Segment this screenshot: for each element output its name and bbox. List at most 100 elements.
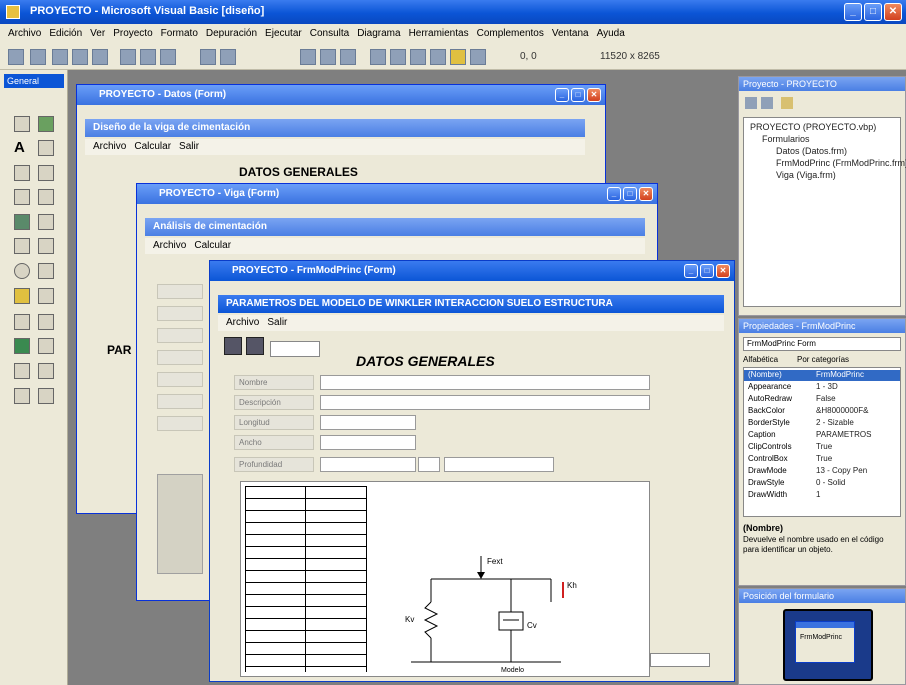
frmmodprinc-menu-salir[interactable]: Salir	[267, 315, 287, 331]
add-form-icon[interactable]	[30, 49, 46, 65]
longitud-input[interactable]	[320, 415, 416, 430]
prop-row[interactable]: BorderStyle 2 - Sizable	[744, 418, 900, 429]
textbox-tool-icon[interactable]	[38, 140, 54, 156]
viga-minimize-button[interactable]: _	[607, 187, 621, 201]
prop-row[interactable]: BackColor &H8000000F&	[744, 406, 900, 417]
menu-archivo[interactable]: Archivo	[8, 24, 41, 44]
nombre-input[interactable]	[320, 375, 650, 390]
frmmodprinc-menu-archivo[interactable]: Archivo	[226, 315, 259, 331]
tab-categorias[interactable]: Por categorías	[797, 355, 849, 364]
maximize-button[interactable]: □	[864, 3, 882, 21]
ole-tool-icon[interactable]	[14, 363, 30, 379]
project-explorer-icon[interactable]	[370, 49, 386, 65]
frmmodprinc-maximize-button[interactable]: □	[700, 264, 714, 278]
form-preview[interactable]: FrmModPrinc	[795, 621, 855, 663]
profundidad-extra-input[interactable]	[444, 457, 554, 472]
start-icon[interactable]	[300, 49, 316, 65]
menu-proyecto[interactable]: Proyecto	[113, 24, 152, 44]
prop-row[interactable]: Caption PARAMETROS	[744, 430, 900, 441]
pointer-tool-icon[interactable]	[14, 116, 30, 132]
view-object-icon[interactable]	[761, 97, 773, 109]
menu-editor-icon[interactable]	[52, 49, 68, 65]
commandbutton-tool-icon[interactable]	[38, 165, 54, 181]
image-tool-icon[interactable]	[14, 338, 30, 354]
data-view-icon[interactable]	[470, 49, 486, 65]
tree-item-viga[interactable]: Viga (Viga.frm)	[776, 170, 836, 180]
grid-tool-icon[interactable]	[38, 363, 54, 379]
open-file-icon[interactable]	[224, 337, 242, 355]
ancho-input[interactable]	[320, 435, 416, 450]
datos-maximize-button[interactable]: □	[571, 88, 585, 102]
cut-icon[interactable]	[120, 49, 136, 65]
listbox-tool-icon[interactable]	[38, 214, 54, 230]
save-icon[interactable]	[92, 49, 108, 65]
viga-close-button[interactable]: ✕	[639, 187, 653, 201]
datos-close-button[interactable]: ✕	[587, 88, 601, 102]
datos-menu-archivo[interactable]: Archivo	[93, 139, 126, 155]
prop-row[interactable]: DrawWidth 1	[744, 490, 900, 501]
menu-ventana[interactable]: Ventana	[552, 24, 589, 44]
datos-minimize-button[interactable]: _	[555, 88, 569, 102]
menu-depuracion[interactable]: Depuración	[206, 24, 257, 44]
redo-icon[interactable]	[220, 49, 236, 65]
menu-ver[interactable]: Ver	[90, 24, 105, 44]
tree-item-frmmodprinc[interactable]: FrmModPrinc (FrmModPrinc.frm)	[776, 158, 906, 168]
toolbox-icon[interactable]	[450, 49, 466, 65]
view-code-icon[interactable]	[745, 97, 757, 109]
shape-tool-icon[interactable]	[14, 314, 30, 330]
optionbutton-tool-icon[interactable]	[38, 189, 54, 205]
custom-control-2-icon[interactable]	[38, 388, 54, 404]
vscrollbar-tool-icon[interactable]	[38, 238, 54, 254]
menu-diagrama[interactable]: Diagrama	[357, 24, 400, 44]
viga-menu-calcular[interactable]: Calcular	[194, 238, 231, 254]
dirlistbox-tool-icon[interactable]	[14, 288, 30, 304]
properties-window-icon[interactable]	[390, 49, 406, 65]
tree-item-datos[interactable]: Datos (Datos.frm)	[776, 146, 847, 156]
frame-tool-icon[interactable]	[14, 165, 30, 181]
pause-icon[interactable]	[320, 49, 336, 65]
prop-row[interactable]: DrawMode 13 - Copy Pen	[744, 466, 900, 477]
profundidad-unit-input[interactable]	[418, 457, 440, 472]
custom-control-1-icon[interactable]	[14, 388, 30, 404]
timer-tool-icon[interactable]	[14, 263, 30, 279]
menu-ayuda[interactable]: Ayuda	[597, 24, 625, 44]
add-project-icon[interactable]	[8, 49, 24, 65]
menu-ejecutar[interactable]: Ejecutar	[265, 24, 302, 44]
picturebox-tool-icon[interactable]	[38, 116, 54, 132]
hscrollbar-tool-icon[interactable]	[14, 238, 30, 254]
prop-row[interactable]: ClipControls True	[744, 442, 900, 453]
paste-icon[interactable]	[160, 49, 176, 65]
frmmodprinc-close-button[interactable]: ✕	[716, 264, 730, 278]
object-selector[interactable]: FrmModPrinc Form	[743, 337, 901, 351]
prop-row[interactable]: Appearance 1 - 3D	[744, 382, 900, 393]
menu-formato[interactable]: Formato	[161, 24, 198, 44]
prop-row[interactable]: ControlBox True	[744, 454, 900, 465]
object-browser-icon[interactable]	[430, 49, 446, 65]
viga-maximize-button[interactable]: □	[623, 187, 637, 201]
menu-herramientas[interactable]: Herramientas	[409, 24, 469, 44]
profundidad-input[interactable]	[320, 457, 416, 472]
save-file-icon[interactable]	[246, 337, 264, 355]
menu-complementos[interactable]: Complementos	[477, 24, 544, 44]
tab-alfabetica[interactable]: Alfabética	[743, 355, 778, 364]
checkbox-tool-icon[interactable]	[14, 189, 30, 205]
menu-edicion[interactable]: Edición	[49, 24, 82, 44]
line-tool-icon[interactable]	[38, 314, 54, 330]
frmmodprinc-bottom-input[interactable]	[650, 653, 710, 667]
datos-menu-salir[interactable]: Salir	[179, 139, 199, 155]
frmmodprinc-minimize-button[interactable]: _	[684, 264, 698, 278]
tree-folder-forms[interactable]: Formularios	[762, 134, 810, 144]
tree-root[interactable]: PROYECTO (PROYECTO.vbp)	[750, 122, 876, 132]
properties-grid[interactable]: (Nombre) FrmModPrinc Appearance 1 - 3D Aut…	[743, 367, 901, 517]
combobox-tool-icon[interactable]	[14, 214, 30, 230]
undo-icon[interactable]	[200, 49, 216, 65]
close-button[interactable]: ✕	[884, 3, 902, 21]
copy-icon[interactable]	[140, 49, 156, 65]
menu-consulta[interactable]: Consulta	[310, 24, 349, 44]
prop-row[interactable]: (Nombre) FrmModPrinc	[744, 370, 900, 381]
viga-menu-archivo[interactable]: Archivo	[153, 238, 186, 254]
open-icon[interactable]	[72, 49, 88, 65]
frmmodprinc-top-input[interactable]	[270, 341, 320, 357]
data-tool-icon[interactable]	[38, 338, 54, 354]
toggle-folders-icon[interactable]	[781, 97, 793, 109]
